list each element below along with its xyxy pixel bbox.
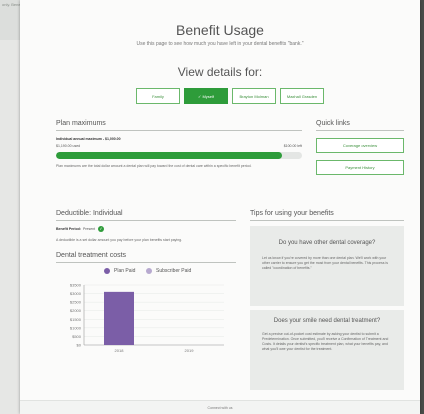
benefit-period-value: Present xyxy=(83,227,96,231)
tip-title-other-coverage: Do you have other dental coverage? xyxy=(278,240,376,246)
payment-history-link[interactable]: Payment History xyxy=(316,160,404,175)
tip-body-other-coverage: Let us know if you're covered by more th… xyxy=(262,256,388,270)
y-tick-label: $3000 xyxy=(70,291,82,296)
y-tick-label: $2000 xyxy=(70,308,82,313)
legend-subscriber-paid: Subscriber Paid xyxy=(156,268,192,274)
y-tick-label: $1500 xyxy=(70,317,82,322)
member-tab-brayton[interactable]: Brayton Molman xyxy=(232,88,276,104)
legend-plan-paid: Plan Paid xyxy=(114,268,136,274)
plan-maximums-description: Plan maximums are the total dollar amoun… xyxy=(56,164,252,168)
x-tick-label: 2018 xyxy=(115,348,125,353)
member-tab-family[interactable]: Family xyxy=(136,88,180,104)
annual-maximum-label: Individual annual maximum - $1,000.00 xyxy=(56,137,121,141)
quick-links-heading: Quick links xyxy=(316,120,350,127)
tips-heading: Tips for using your benefits xyxy=(250,210,334,217)
tip-body-dental-treatment: Get a precise out-of-pocket cost estimat… xyxy=(262,332,389,351)
page-subtitle: Use this page to see how much you have l… xyxy=(136,41,304,47)
x-tick-label: 2019 xyxy=(185,348,195,353)
page-title: Benefit Usage xyxy=(176,22,264,38)
benefit-usage-card: Benefit Usage Use this page to see how m… xyxy=(20,0,420,414)
tip-card-dental-treatment: Does your smile need dental treatment? G… xyxy=(250,310,404,390)
background-edge xyxy=(420,0,424,414)
benefit-period-check-icon: ✓ xyxy=(98,226,104,232)
plan-maximum-progress xyxy=(56,152,302,159)
bar-plan-paid xyxy=(104,291,134,345)
legend-plan-paid-swatch xyxy=(104,268,110,274)
treatment-costs-divider xyxy=(56,262,236,263)
y-tick-label: $3500 xyxy=(70,283,82,288)
footer: Connect with us xyxy=(20,400,420,414)
amount-remaining: $100.00 left xyxy=(283,144,302,148)
benefit-period-label: Benefit Period: xyxy=(56,227,81,231)
y-tick-label: $500 xyxy=(72,334,82,339)
y-tick-label: $0 xyxy=(77,343,82,348)
footer-connect-text: Connect with us xyxy=(207,406,233,410)
view-details-heading: View details for: xyxy=(177,65,263,79)
legend-subscriber-paid-swatch xyxy=(146,268,152,274)
y-tick-label: $2500 xyxy=(70,300,82,305)
y-tick-label: $1000 xyxy=(70,325,82,330)
deductible-description: A deductible is a set dollar amount you … xyxy=(56,238,183,242)
deductible-heading: Deductible: Individual xyxy=(56,210,123,217)
tips-divider xyxy=(250,220,404,221)
treatment-costs-heading: Dental treatment costs xyxy=(56,252,127,259)
tip-title-dental-treatment: Does your smile need dental treatment? xyxy=(273,318,381,324)
treatment-costs-chart: $3500 $3000 $2500 $2000 $1500 $1000 $500 $0 2018… xyxy=(70,283,224,353)
plan-maximum-progress-fill xyxy=(56,152,283,159)
amount-used: $1,190.00 used xyxy=(56,144,81,148)
deductible-divider xyxy=(56,220,236,221)
plan-maximums-divider xyxy=(56,130,302,131)
coverage-overview-link[interactable]: Coverage overview xyxy=(316,138,404,153)
plan-maximums-heading: Plan maximums xyxy=(56,120,106,127)
member-tab-maxhall[interactable]: Maxhall Grasden xyxy=(280,88,324,104)
quick-links-divider xyxy=(316,130,404,131)
member-tab-myself[interactable]: ✓ Myself xyxy=(184,88,228,104)
tip-card-other-coverage: Do you have other dental coverage? Let u… xyxy=(250,226,404,306)
